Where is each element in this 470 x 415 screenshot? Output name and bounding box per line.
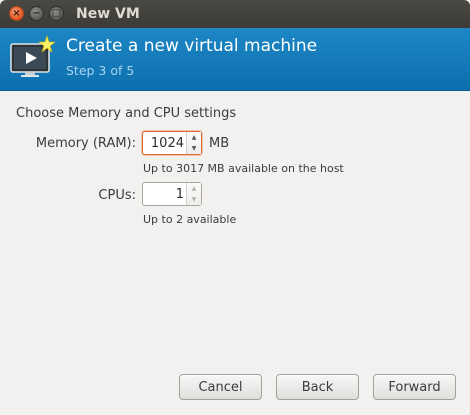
memory-label: Memory (RAM): <box>35 136 136 151</box>
cpus-available-hint: Up to 2 available <box>143 213 237 226</box>
title-bar: × − □ New VM <box>0 0 470 28</box>
memory-decrement-icon[interactable]: ▼ <box>187 143 201 154</box>
new-vm-dialog: × − □ New VM Create a new virtual machin… <box>0 0 470 415</box>
cpus-decrement-icon[interactable]: ▼ <box>187 194 201 205</box>
memory-increment-icon[interactable]: ▲ <box>187 132 201 143</box>
wizard-title: Create a new virtual machine <box>66 36 318 56</box>
cpus-input[interactable] <box>143 183 186 205</box>
monitor-play-icon <box>10 35 56 77</box>
maximize-window-icon[interactable]: □ <box>49 6 64 21</box>
cpus-spinbox[interactable]: ▲ ▼ <box>142 182 202 206</box>
wizard-step-indicator: Step 3 of 5 <box>66 63 135 78</box>
memory-available-hint: Up to 3017 MB available on the host <box>143 162 344 175</box>
cpus-label: CPUs: <box>98 188 136 203</box>
cpus-increment-icon[interactable]: ▲ <box>187 183 201 194</box>
memory-unit: MB <box>209 136 230 151</box>
forward-button[interactable]: Forward <box>373 374 456 400</box>
minimize-window-icon[interactable]: − <box>29 6 44 21</box>
memory-input[interactable] <box>143 132 186 154</box>
back-button[interactable]: Back <box>276 374 359 400</box>
memory-spinbox[interactable]: ▲ ▼ <box>142 131 202 155</box>
window-title: New VM <box>76 6 140 22</box>
section-heading: Choose Memory and CPU settings <box>16 106 237 121</box>
close-window-icon[interactable]: × <box>9 6 24 21</box>
cancel-button[interactable]: Cancel <box>179 374 262 400</box>
